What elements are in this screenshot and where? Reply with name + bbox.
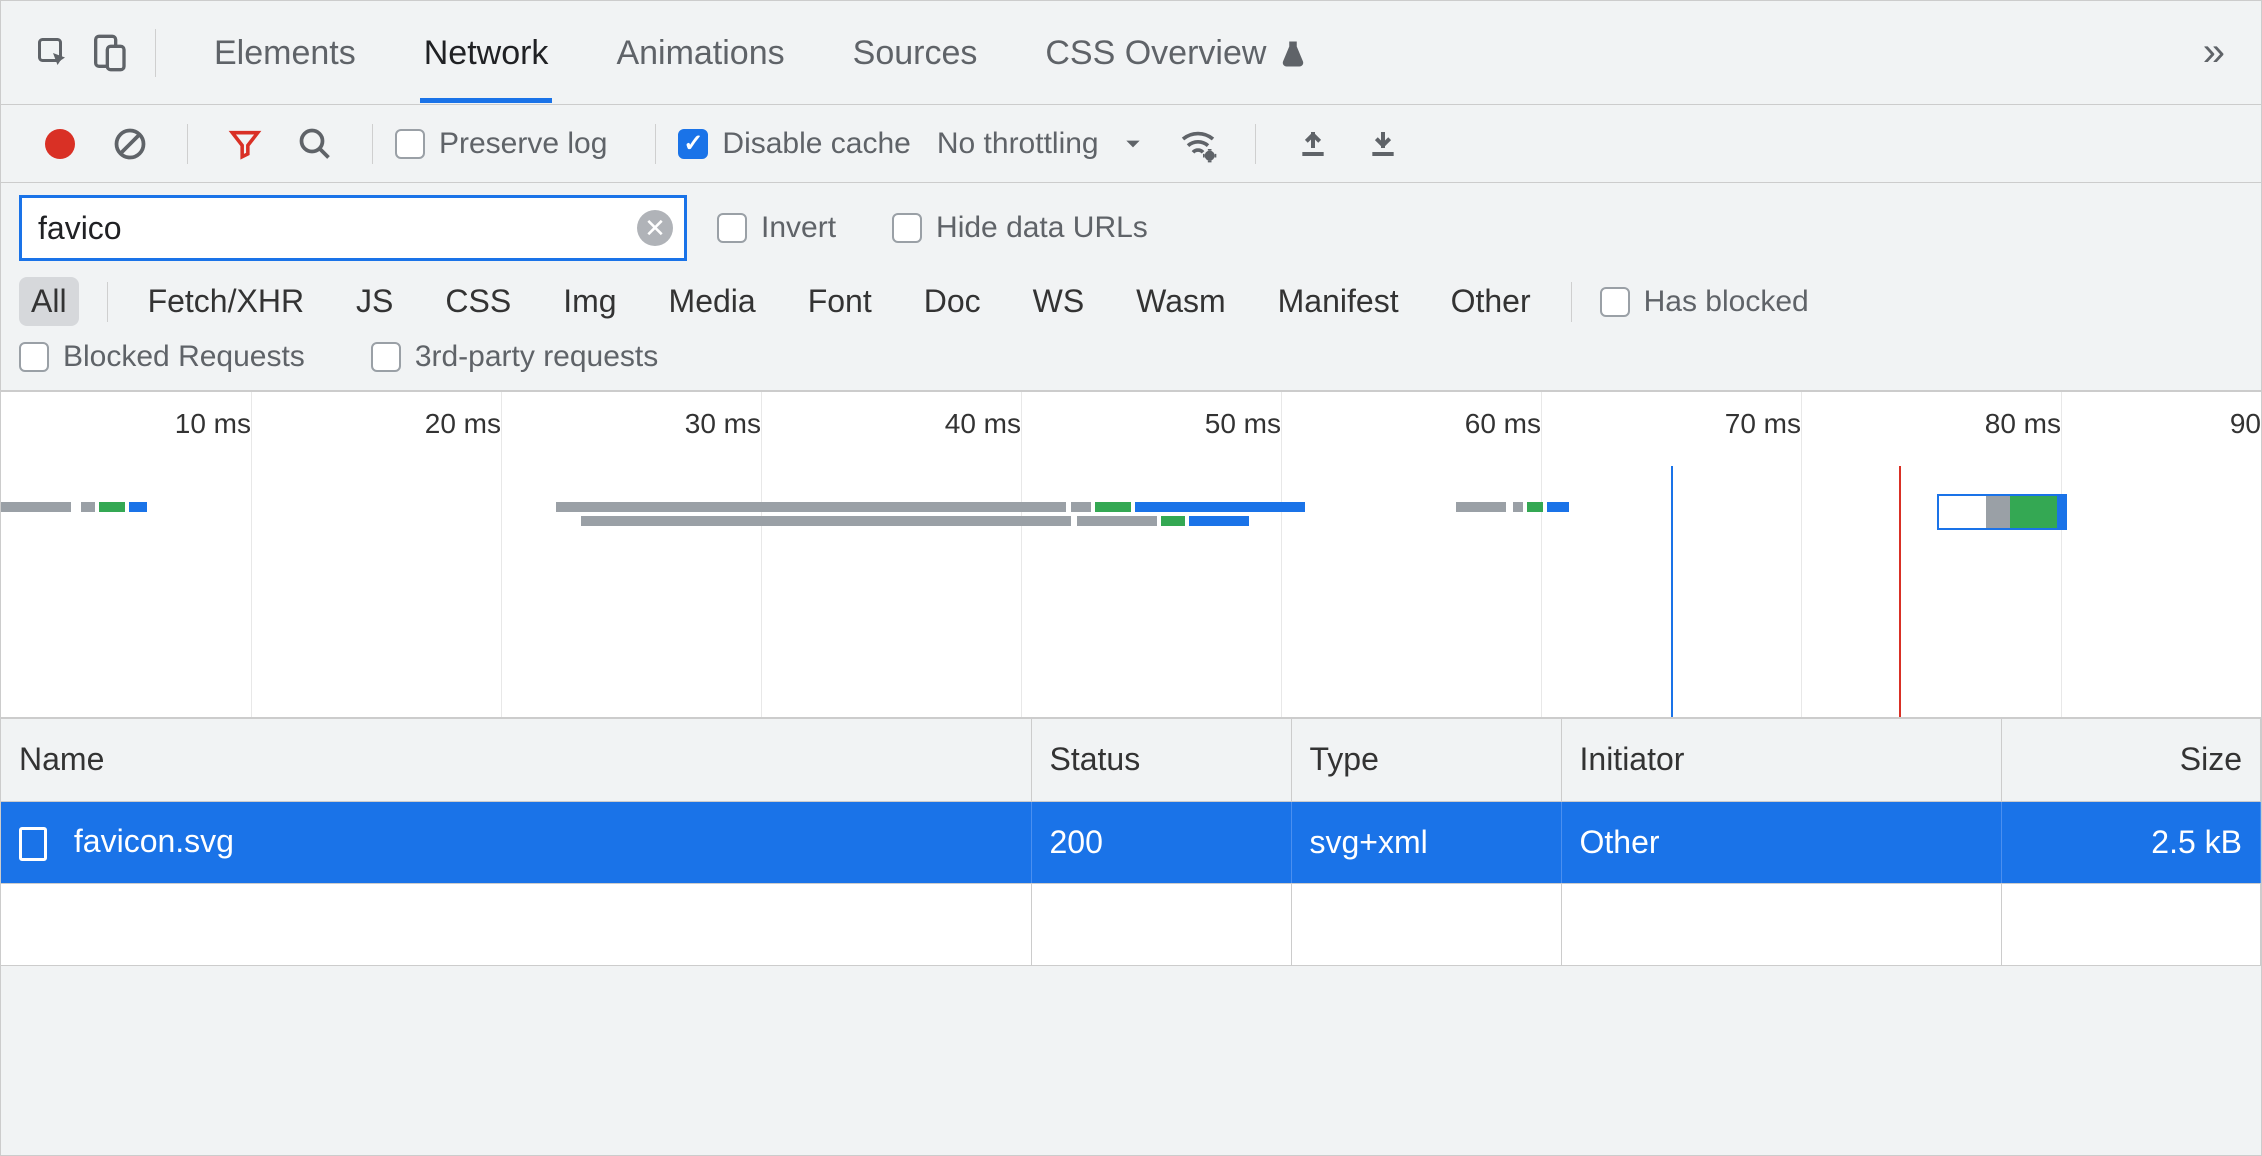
- col-status[interactable]: Status: [1031, 719, 1291, 801]
- search-icon[interactable]: [288, 117, 342, 171]
- timeline-tick: 30 ms: [685, 408, 761, 440]
- throttling-value: No throttling: [937, 127, 1099, 161]
- tab-css-overview[interactable]: CSS Overview: [1041, 4, 1312, 101]
- file-icon: [19, 827, 47, 861]
- disable-cache-toggle[interactable]: Disable cache: [678, 127, 910, 161]
- network-conditions-icon[interactable]: [1171, 117, 1225, 171]
- request-status: 200: [1031, 801, 1291, 883]
- separator: [655, 124, 656, 164]
- type-filter-media[interactable]: Media: [657, 277, 768, 326]
- invert-checkbox[interactable]: [717, 213, 747, 243]
- tab-elements[interactable]: Elements: [210, 4, 360, 101]
- filter-input-wrap: ✕: [19, 195, 687, 261]
- device-toggle-icon[interactable]: [81, 25, 137, 81]
- dom-content-loaded-line: [1671, 466, 1673, 717]
- blocked-requests-label: Blocked Requests: [63, 340, 305, 374]
- table-header-row: Name Status Type Initiator Size: [1, 719, 2261, 801]
- export-har-icon[interactable]: [1356, 117, 1410, 171]
- tab-animations[interactable]: Animations: [612, 4, 788, 101]
- more-tabs-icon[interactable]: »: [2203, 30, 2237, 75]
- disable-cache-label: Disable cache: [722, 127, 910, 161]
- request-size: 2.5 kB: [2001, 801, 2261, 883]
- col-initiator[interactable]: Initiator: [1561, 719, 2001, 801]
- type-filter-wasm[interactable]: Wasm: [1124, 277, 1237, 326]
- network-timeline[interactable]: 10 ms 20 ms 30 ms 40 ms 50 ms 60 ms 70 m…: [1, 391, 2261, 719]
- timeline-tick: 70 ms: [1725, 408, 1801, 440]
- timeline-tick: 20 ms: [425, 408, 501, 440]
- clear-filter-icon[interactable]: ✕: [637, 210, 673, 246]
- type-filter-fetchxhr[interactable]: Fetch/XHR: [136, 277, 316, 326]
- timeline-tick: 90: [2230, 408, 2261, 440]
- col-type[interactable]: Type: [1291, 719, 1561, 801]
- import-har-icon[interactable]: [1286, 117, 1340, 171]
- hide-data-urls-label: Hide data URLs: [936, 211, 1148, 245]
- type-filter-img[interactable]: Img: [551, 277, 628, 326]
- network-filter-bar: ✕ Invert Hide data URLs All Fetch/XHR JS…: [1, 183, 2261, 391]
- tab-sources[interactable]: Sources: [849, 4, 982, 101]
- separator: [1255, 124, 1256, 164]
- resource-type-filters: All Fetch/XHR JS CSS Img Media Font Doc …: [19, 277, 2243, 326]
- preserve-log-checkbox[interactable]: [395, 129, 425, 159]
- blocked-requests-toggle[interactable]: Blocked Requests: [19, 340, 305, 374]
- timeline-tick: 10 ms: [175, 408, 251, 440]
- timeline-tick: 80 ms: [1985, 408, 2061, 440]
- type-filter-all[interactable]: All: [19, 277, 79, 326]
- devtools-tabs-bar: Elements Network Animations Sources CSS …: [1, 1, 2261, 105]
- request-initiator: Other: [1561, 801, 2001, 883]
- filter-input[interactable]: [19, 195, 687, 261]
- table-row[interactable]: favicon.svg 200 svg+xml Other 2.5 kB: [1, 801, 2261, 883]
- has-blocked-toggle[interactable]: Has blocked: [1600, 285, 1809, 319]
- filter-icon[interactable]: [218, 117, 272, 171]
- timeline-selection[interactable]: [1937, 494, 2067, 530]
- inspect-element-icon[interactable]: [25, 25, 81, 81]
- third-party-toggle[interactable]: 3rd-party requests: [371, 340, 658, 374]
- has-blocked-label: Has blocked: [1644, 285, 1809, 319]
- preserve-log-toggle[interactable]: Preserve log: [395, 127, 607, 161]
- tab-network[interactable]: Network: [420, 4, 553, 101]
- flask-icon: [1278, 39, 1308, 69]
- request-name: favicon.svg: [74, 823, 234, 859]
- type-filter-ws[interactable]: WS: [1021, 277, 1097, 326]
- timeline-tick: 40 ms: [945, 408, 1021, 440]
- timeline-tick: 60 ms: [1465, 408, 1541, 440]
- separator: [107, 282, 108, 322]
- blocked-requests-checkbox[interactable]: [19, 342, 49, 372]
- type-filter-css[interactable]: CSS: [433, 277, 523, 326]
- hide-data-urls-checkbox[interactable]: [892, 213, 922, 243]
- has-blocked-checkbox[interactable]: [1600, 287, 1630, 317]
- invert-toggle[interactable]: Invert: [717, 211, 836, 245]
- type-filter-other[interactable]: Other: [1439, 277, 1543, 326]
- clear-icon[interactable]: [103, 117, 157, 171]
- network-requests-table: Name Status Type Initiator Size favicon.…: [1, 719, 2261, 966]
- separator: [187, 124, 188, 164]
- separator: [1571, 282, 1572, 322]
- panel-tabs: Elements Network Animations Sources CSS …: [210, 4, 2203, 101]
- timeline-ruler: 10 ms 20 ms 30 ms 40 ms 50 ms 60 ms 70 m…: [1, 392, 2261, 452]
- third-party-label: 3rd-party requests: [415, 340, 658, 374]
- invert-label: Invert: [761, 211, 836, 245]
- third-party-checkbox[interactable]: [371, 342, 401, 372]
- disable-cache-checkbox[interactable]: [678, 129, 708, 159]
- col-size[interactable]: Size: [2001, 719, 2261, 801]
- col-name[interactable]: Name: [1, 719, 1031, 801]
- type-filter-manifest[interactable]: Manifest: [1266, 277, 1411, 326]
- separator: [155, 29, 156, 77]
- network-toolbar: Preserve log Disable cache No throttling: [1, 105, 2261, 183]
- load-event-line: [1899, 466, 1901, 717]
- type-filter-doc[interactable]: Doc: [912, 277, 993, 326]
- chevron-down-icon: [1123, 134, 1143, 154]
- hide-data-urls-toggle[interactable]: Hide data URLs: [892, 211, 1148, 245]
- type-filter-js[interactable]: JS: [344, 277, 405, 326]
- request-type: svg+xml: [1291, 801, 1561, 883]
- throttling-select[interactable]: No throttling: [937, 127, 1143, 161]
- separator: [372, 124, 373, 164]
- type-filter-font[interactable]: Font: [796, 277, 884, 326]
- preserve-log-label: Preserve log: [439, 127, 607, 161]
- table-row-empty: [1, 883, 2261, 965]
- record-button[interactable]: [33, 117, 87, 171]
- timeline-bars: [1, 502, 2261, 562]
- timeline-tick: 50 ms: [1205, 408, 1281, 440]
- tab-css-overview-label: CSS Overview: [1045, 34, 1266, 73]
